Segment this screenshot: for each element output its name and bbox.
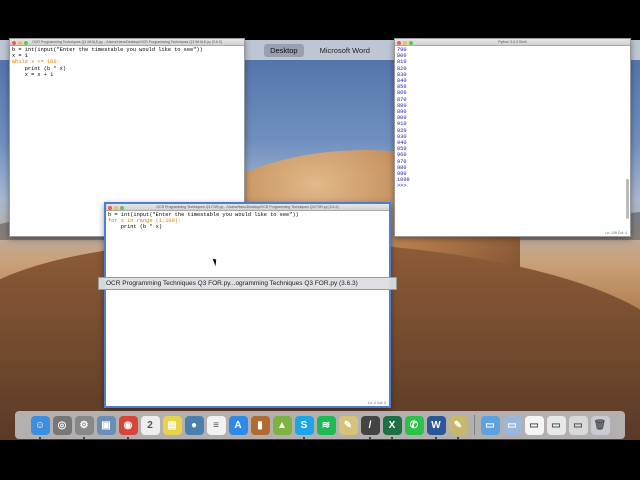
running-indicator	[456, 436, 459, 439]
running-indicator	[434, 436, 437, 439]
android-icon[interactable]: ▲	[272, 415, 292, 435]
window-titlebar[interactable]: Python 3.6.3 Shell	[395, 39, 630, 46]
status-bar: Ln: 109 Col: 4	[605, 231, 627, 235]
window-title-tooltip: OCR Programming Techniques Q3 FOR.py...o…	[98, 277, 397, 290]
stickies-icon[interactable]: ▤	[162, 415, 182, 435]
books-icon[interactable]: ▮	[250, 415, 270, 435]
status-bar: Ln: 4 Col: 0	[368, 401, 386, 405]
launchpad-icon[interactable]: ◎	[52, 415, 72, 435]
pen-icon[interactable]: /	[360, 415, 380, 439]
calendar-icon[interactable]: 2	[140, 415, 160, 435]
running-indicator	[368, 436, 371, 439]
window-title: Python 3.6.3 Shell	[498, 40, 527, 44]
word-icon[interactable]: W	[426, 415, 446, 439]
running-indicator	[390, 436, 393, 439]
whatsapp-icon[interactable]: ✆	[404, 415, 424, 435]
shell-output-line: >>>	[397, 183, 410, 190]
shell-output[interactable]: 790 800 810 820 830 840 850 860 870 880 890 900 910 9…	[395, 46, 630, 191]
folder-icon[interactable]: ▭	[480, 415, 500, 435]
chrome-icon[interactable]: ◉	[118, 415, 138, 439]
app-store-icon[interactable]: A	[228, 415, 248, 435]
space-tab-desktop[interactable]: Desktop	[264, 43, 304, 57]
document-icon-2[interactable]: ▭	[524, 415, 544, 435]
idle-window-for[interactable]: OCR Programming Techniques Q3 FOR.py - /…	[104, 202, 391, 408]
document-icon-4[interactable]: ▭	[568, 415, 588, 435]
reminders-icon[interactable]: ≡	[206, 415, 226, 435]
code-line: print (b * x)	[108, 224, 163, 231]
code-line: x = x + 1	[12, 71, 54, 78]
running-indicator	[126, 436, 129, 439]
document-icon-3[interactable]: ▭	[546, 415, 566, 435]
scrollbar[interactable]	[626, 179, 629, 219]
window-title: OCR Programming Techniques Q3 WHILE.py -…	[32, 40, 222, 44]
space-tab-microsoft-word[interactable]: Microsoft Word	[314, 44, 376, 57]
finder-icon[interactable]: ☺	[30, 415, 50, 439]
document-icon-1[interactable]: ▭	[502, 415, 522, 435]
dock-separator	[473, 415, 475, 435]
spotify-icon[interactable]: ≋	[316, 415, 336, 435]
window-title: OCR Programming Techniques Q3 FOR.py - /…	[156, 205, 339, 209]
python-launcher-icon[interactable]: ✎	[338, 415, 358, 435]
code-editor[interactable]: b = int(input("Enter the timestable you …	[10, 46, 244, 79]
idle-icon[interactable]: ✎	[448, 415, 468, 439]
code-editor[interactable]: b = int(input("Enter the timestable you …	[106, 211, 389, 232]
skype-icon[interactable]: S	[294, 415, 314, 439]
running-indicator	[82, 436, 85, 439]
running-indicator	[302, 436, 305, 439]
python-shell-window[interactable]: Python 3.6.3 Shell 790 800 810 820 830 840 850…	[394, 38, 631, 237]
window-titlebar[interactable]: OCR Programming Techniques Q3 WHILE.py -…	[10, 39, 244, 46]
trash-icon[interactable]: 🗑	[590, 415, 610, 435]
dock: ☺ ◎ ⚙ ▣ ◉ 2 ▤ ● ≡ A ▮ ▲ S ≋ ✎ / X ✆ W ✎ ▭ ▭ ▭ ▭ ▭ 🗑	[15, 411, 625, 439]
camera-icon[interactable]: ●	[184, 415, 204, 435]
excel-icon[interactable]: X	[382, 415, 402, 439]
system-preferences-icon[interactable]: ⚙	[74, 415, 94, 439]
preview-icon[interactable]: ▣	[96, 415, 116, 435]
running-indicator	[38, 436, 41, 439]
window-titlebar[interactable]: OCR Programming Techniques Q3 FOR.py - /…	[106, 204, 389, 211]
